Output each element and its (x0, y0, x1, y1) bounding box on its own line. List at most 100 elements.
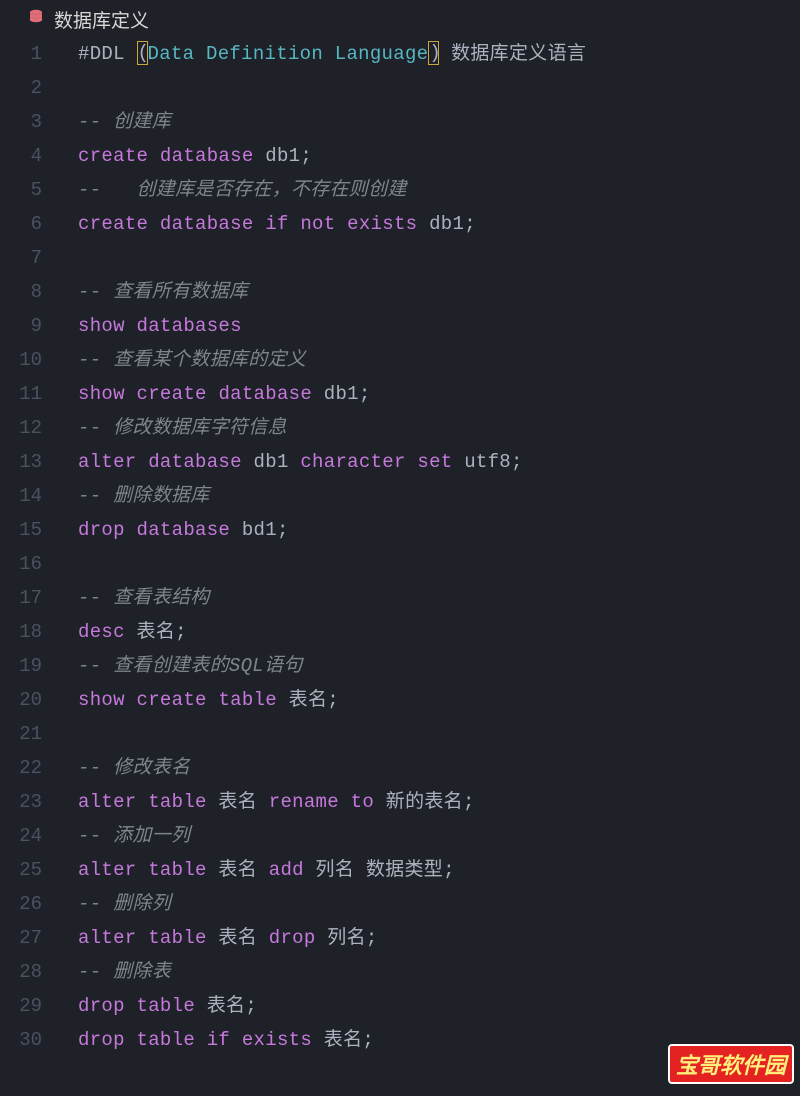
code-line[interactable]: 7 (0, 241, 800, 275)
line-number: 25 (0, 853, 60, 887)
token-txt (137, 859, 149, 881)
code-line[interactable]: 9show databases (0, 309, 800, 343)
code-line[interactable]: 3-- 创建库 (0, 105, 800, 139)
line-number: 13 (0, 445, 60, 479)
code-line[interactable]: 5-- 创建库是否存在，不存在则创建 (0, 173, 800, 207)
line-number: 11 (0, 377, 60, 411)
token-k: create (78, 145, 148, 167)
line-number: 6 (0, 207, 60, 241)
token-cmt: -- 删除表 (78, 961, 171, 983)
code-line[interactable]: 17 -- 查看表结构 (0, 581, 800, 615)
line-number: 9 (0, 309, 60, 343)
token-txt: 新的表名; (374, 791, 475, 813)
token-br-hl: ( (137, 41, 148, 65)
line-number: 1 (0, 37, 60, 71)
token-k: alter (78, 859, 137, 881)
code-line[interactable]: 20show create table 表名; (0, 683, 800, 717)
token-txt (195, 1029, 207, 1051)
token-cmt: -- (78, 111, 113, 133)
code-line[interactable]: 21 (0, 717, 800, 751)
token-txt: 数据库定义语言 (451, 43, 586, 65)
token-txt: utf8; (453, 451, 523, 473)
code-line[interactable]: 28-- 删除表 (0, 955, 800, 989)
token-txt (125, 995, 137, 1017)
line-number: 17 (0, 581, 60, 615)
token-k: drop (269, 927, 316, 949)
token-k: database (160, 145, 254, 167)
line-number: 10 (0, 343, 60, 377)
code-content: show create database db1; (60, 377, 800, 411)
token-cmt: -- 查看表结构 (78, 587, 210, 609)
code-line[interactable]: 27alter table 表名 drop 列名; (0, 921, 800, 955)
code-content: -- 删除数据库 (60, 479, 800, 513)
code-line[interactable]: 29drop table 表名; (0, 989, 800, 1023)
code-line[interactable]: 13alter database db1 character set utf8; (0, 445, 800, 479)
code-line[interactable]: 26-- 删除列 (0, 887, 800, 921)
token-br-hl: ) (428, 41, 439, 65)
line-number: 7 (0, 241, 60, 275)
token-txt (335, 213, 347, 235)
token-txt: 表名; (312, 1029, 374, 1051)
code-content: create database db1; (60, 139, 800, 173)
code-line[interactable]: 23alter table 表名 rename to 新的表名; (0, 785, 800, 819)
token-txt (137, 927, 149, 949)
code-line[interactable]: 19-- 查看创建表的SQL语句 (0, 649, 800, 683)
code-line[interactable]: 4create database db1; (0, 139, 800, 173)
token-k: character (300, 451, 405, 473)
code-line[interactable]: 10 -- 查看某个数据库的定义 (0, 343, 800, 377)
code-content: drop table 表名; (60, 989, 800, 1023)
token-k: create (78, 213, 148, 235)
token-k: to (351, 791, 374, 813)
token-txt (137, 451, 149, 473)
token-k: exists (347, 213, 417, 235)
token-txt: db1 (242, 451, 301, 473)
token-txt: bd1; (230, 519, 289, 541)
token-txt: 表名; (125, 621, 187, 643)
token-k: table (137, 1029, 196, 1051)
line-number: 12 (0, 411, 60, 445)
code-content: -- 添加一列 (60, 819, 800, 853)
line-number: 15 (0, 513, 60, 547)
code-line[interactable]: 16 (0, 547, 800, 581)
token-txt (207, 383, 219, 405)
line-number: 23 (0, 785, 60, 819)
code-line[interactable]: 11show create database db1; (0, 377, 800, 411)
code-editor[interactable]: 1#DDL (Data Definition Language) 数据库定义语言… (0, 35, 800, 1057)
token-txt: 表名; (195, 995, 257, 1017)
token-k: exists (242, 1029, 312, 1051)
code-content: drop database bd1; (60, 513, 800, 547)
code-content: -- 删除表 (60, 955, 800, 989)
line-number: 18 (0, 615, 60, 649)
code-line[interactable]: 25alter table 表名 add 列名 数据类型; (0, 853, 800, 887)
code-line[interactable]: 22-- 修改表名 (0, 751, 800, 785)
line-number: 20 (0, 683, 60, 717)
token-txt: 列名; (316, 927, 378, 949)
code-line[interactable]: 15drop database bd1; (0, 513, 800, 547)
token-cmt: -- 修改数据库字符信息 (78, 417, 287, 439)
line-number: 30 (0, 1023, 60, 1057)
code-line[interactable]: 18desc 表名; (0, 615, 800, 649)
code-line[interactable]: 6create database if not exists db1; (0, 207, 800, 241)
code-line[interactable]: 24-- 添加一列 (0, 819, 800, 853)
token-txt (207, 689, 219, 711)
code-line[interactable]: 14-- 删除数据库 (0, 479, 800, 513)
line-number: 4 (0, 139, 60, 173)
line-number: 26 (0, 887, 60, 921)
token-k: table (218, 689, 277, 711)
code-line[interactable]: 2 (0, 71, 800, 105)
code-content: alter table 表名 add 列名 数据类型; (60, 853, 800, 887)
code-line[interactable]: 8-- 查看所有数据库 (0, 275, 800, 309)
token-txt: 列名 数据类型; (304, 859, 455, 881)
token-cmt: -- 查看所有数据库 (78, 281, 248, 303)
token-k: drop (78, 519, 125, 541)
token-k: table (137, 995, 196, 1017)
file-tab[interactable]: 数据库定义 (0, 0, 800, 35)
code-content: show create table 表名; (60, 683, 800, 717)
code-content: alter table 表名 rename to 新的表名; (60, 785, 800, 819)
token-cmt: -- 创建库是否存在，不存在则创建 (78, 179, 407, 201)
token-cmt: -- 查看某个数据库的定义 (78, 349, 306, 371)
code-line[interactable]: 1#DDL (Data Definition Language) 数据库定义语言 (0, 37, 800, 71)
code-line[interactable]: 12 -- 修改数据库字符信息 (0, 411, 800, 445)
token-txt (406, 451, 418, 473)
code-content: alter database db1 character set utf8; (60, 445, 800, 479)
